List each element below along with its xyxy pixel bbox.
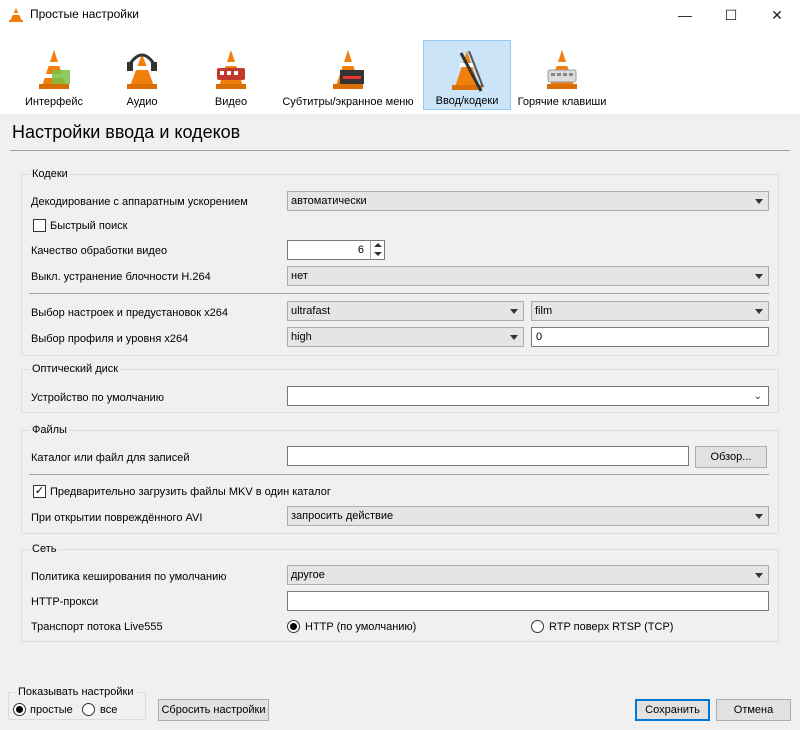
vlc-app-icon bbox=[9, 8, 23, 22]
hotkeys-cone-icon bbox=[547, 50, 577, 89]
close-button[interactable]: ✕ bbox=[754, 0, 800, 30]
tab-interface[interactable]: Интерфейс bbox=[14, 40, 94, 110]
codecs-group-title: Кодеки bbox=[30, 168, 70, 180]
transport-http-radio[interactable] bbox=[287, 620, 300, 633]
tab-video[interactable]: Видео bbox=[190, 40, 272, 110]
tab-audio-label: Аудио bbox=[126, 96, 158, 108]
tab-input-codecs-label: Ввод/кодеки bbox=[435, 95, 499, 107]
transport-rtp-label: RTP поверх RTSP (TCP) bbox=[549, 621, 674, 633]
caching-select[interactable]: другое bbox=[287, 565, 769, 585]
disc-group-title: Оптический диск bbox=[30, 363, 121, 375]
quality-value: 6 bbox=[357, 244, 364, 256]
record-path-label: Каталог или файл для записей bbox=[31, 452, 190, 464]
disc-device-label: Устройство по умолчанию bbox=[31, 392, 165, 404]
spin-up-icon[interactable] bbox=[374, 243, 382, 247]
dropdown-arrow-icon bbox=[755, 514, 763, 519]
minimize-button[interactable]: — bbox=[662, 0, 708, 30]
x264-preset-select[interactable]: ultrafast bbox=[287, 301, 524, 321]
tab-subtitles-label: Субтитры/экранное меню bbox=[282, 96, 414, 108]
hw-decoding-label: Декодирование с аппаратным ускорением bbox=[31, 196, 248, 208]
dropdown-arrow-icon bbox=[510, 335, 518, 340]
subtitles-cone-icon bbox=[333, 50, 364, 89]
avi-repair-label: При открытии повреждённого AVI bbox=[31, 512, 203, 524]
live555-transport-label: Транспорт потока Live555 bbox=[31, 621, 163, 633]
x264-tune-value: film bbox=[535, 305, 553, 317]
mkv-preload-checkbox[interactable]: ✓ bbox=[33, 485, 46, 498]
disc-device-select[interactable]: ⌄ bbox=[287, 386, 769, 406]
deblock-value: нет bbox=[291, 270, 308, 282]
tab-interface-label: Интерфейс bbox=[25, 96, 83, 108]
fast-seek-checkbox[interactable] bbox=[33, 219, 46, 232]
show-settings-title: Показывать настройки bbox=[16, 686, 136, 698]
caching-value: другое bbox=[291, 569, 325, 581]
spin-down-icon[interactable] bbox=[374, 252, 382, 256]
tab-subtitles[interactable]: Субтитры/экранное меню bbox=[278, 40, 418, 110]
save-button[interactable]: Сохранить bbox=[635, 699, 710, 721]
window-title: Простые настройки bbox=[30, 7, 139, 21]
hw-decoding-value: автоматически bbox=[291, 195, 367, 207]
x264-preset-value: ultrafast bbox=[291, 305, 331, 317]
avi-repair-select[interactable]: запросить действие bbox=[287, 506, 769, 526]
tab-audio[interactable]: Аудио bbox=[100, 40, 184, 110]
quality-spinbox[interactable]: 6 bbox=[287, 240, 385, 260]
x264-level-input[interactable]: 0 bbox=[531, 327, 769, 347]
avi-repair-value: запросить действие bbox=[291, 510, 394, 522]
dropdown-arrow-icon bbox=[755, 309, 763, 314]
caching-label: Политика кеширования по умолчанию bbox=[31, 571, 227, 583]
deblock-label: Выкл. устранение блочности H.264 bbox=[31, 271, 211, 283]
x264-tune-select[interactable]: film bbox=[531, 301, 769, 321]
cancel-button[interactable]: Отмена bbox=[716, 699, 791, 721]
mkv-preload-label: Предварительно загрузить файлы MKV в оди… bbox=[50, 486, 331, 498]
fast-seek-label: Быстрый поиск bbox=[50, 220, 128, 232]
transport-rtp-radio[interactable] bbox=[531, 620, 544, 633]
show-simple-label: простые bbox=[30, 704, 73, 716]
tab-hotkeys[interactable]: Горячие клавиши bbox=[514, 40, 610, 110]
files-group-title: Файлы bbox=[30, 424, 69, 436]
codecs-separator bbox=[29, 293, 769, 294]
dropdown-arrow-icon bbox=[755, 274, 763, 279]
show-all-radio[interactable] bbox=[82, 703, 95, 716]
record-path-input[interactable] bbox=[287, 446, 689, 466]
http-proxy-input[interactable] bbox=[287, 591, 769, 611]
network-group-title: Сеть bbox=[30, 543, 59, 555]
video-cone-icon bbox=[216, 50, 246, 89]
tab-video-label: Видео bbox=[214, 96, 248, 108]
x264-profile-value: high bbox=[291, 331, 312, 343]
interface-cone-icon bbox=[39, 50, 70, 89]
audio-cone-icon bbox=[127, 53, 157, 89]
page-title: Настройки ввода и кодеков bbox=[12, 122, 241, 142]
title-divider bbox=[10, 150, 790, 151]
spin-buttons[interactable] bbox=[370, 241, 384, 259]
dropdown-arrow-icon bbox=[755, 573, 763, 578]
files-separator bbox=[29, 474, 769, 475]
x264-profile-label: Выбор профиля и уровня x264 bbox=[31, 333, 189, 345]
transport-http-label: HTTP (по умолчанию) bbox=[305, 621, 417, 633]
x264-profile-select[interactable]: high bbox=[287, 327, 524, 347]
show-simple-radio[interactable] bbox=[13, 703, 26, 716]
deblock-select[interactable]: нет bbox=[287, 266, 769, 286]
chevron-down-icon: ⌄ bbox=[753, 391, 762, 402]
reset-preferences-button[interactable]: Сбросить настройки bbox=[158, 699, 269, 721]
maximize-button[interactable]: ☐ bbox=[708, 0, 754, 30]
x264-level-value: 0 bbox=[536, 331, 543, 343]
dropdown-arrow-icon bbox=[755, 199, 763, 204]
browse-button[interactable]: Обзор... bbox=[695, 446, 767, 468]
quality-label: Качество обработки видео bbox=[31, 245, 168, 257]
tab-input-codecs[interactable]: Ввод/кодеки bbox=[423, 40, 511, 110]
input-codecs-cone-icon bbox=[452, 50, 484, 92]
hw-decoding-select[interactable]: автоматически bbox=[287, 191, 769, 211]
http-proxy-label: HTTP-прокси bbox=[31, 596, 99, 608]
dropdown-arrow-icon bbox=[510, 309, 518, 314]
show-all-label: все bbox=[100, 704, 118, 716]
x264-preset-label: Выбор настроек и предустановок x264 bbox=[31, 307, 229, 319]
tab-hotkeys-label: Горячие клавиши bbox=[517, 96, 607, 108]
